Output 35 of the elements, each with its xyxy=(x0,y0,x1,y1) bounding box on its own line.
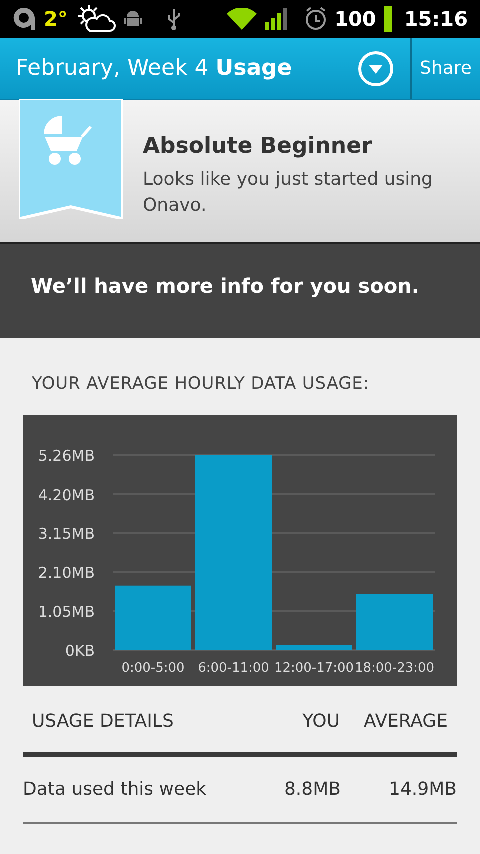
x-tick-label: 6:00-11:00 xyxy=(198,660,270,676)
y-tick-label: 1.05MB xyxy=(38,602,95,621)
table-cell-text: Data used this week xyxy=(23,778,208,802)
wifi-icon xyxy=(226,8,257,30)
section-title: YOUR AVERAGE HOURLY DATA USAGE: xyxy=(31,373,370,396)
y-tick-label: 0KB xyxy=(65,642,95,660)
alarm-icon xyxy=(304,7,327,31)
dropdown-icon[interactable] xyxy=(358,50,394,86)
battery-level: 100 xyxy=(334,6,376,33)
signal-icon xyxy=(264,8,289,30)
temperature: 2° xyxy=(44,6,68,33)
column-header: AVERAGE xyxy=(363,710,448,734)
clock: 15:16 xyxy=(404,6,468,33)
battery-icon xyxy=(384,6,392,32)
column-header: YOU xyxy=(302,710,340,734)
x-tick-label: 0:00-5:00 xyxy=(122,660,185,676)
weather-icon xyxy=(76,4,116,34)
banner-text: We’ll have more info for you soon. xyxy=(31,273,420,300)
x-tick-label: 18:00-23:00 xyxy=(354,660,435,676)
badge-description: Looks like you just started using Onavo. xyxy=(143,168,434,218)
y-tick-label: 2.10MB xyxy=(38,564,95,582)
y-tick-label: 4.20MB xyxy=(38,486,95,504)
screen-title: February, Week 4 Usage xyxy=(15,55,292,83)
table-cell-text: 14.9MB xyxy=(388,778,457,802)
y-tick-label: 3.15MB xyxy=(38,524,95,543)
usb-icon xyxy=(166,7,182,31)
android-icon xyxy=(124,9,142,29)
y-tick-label: 5.26MB xyxy=(38,446,95,464)
table-cell-text: 8.8MB xyxy=(283,778,341,802)
column-header: USAGE DETAILS xyxy=(32,710,175,734)
badge-title: Absolute Beginner xyxy=(143,133,374,161)
stroller-ribbon-icon xyxy=(19,99,123,219)
share-button[interactable]: Share xyxy=(412,38,480,99)
x-tick-label: 12:00-17:00 xyxy=(274,660,354,676)
app-logo-icon xyxy=(12,5,36,33)
